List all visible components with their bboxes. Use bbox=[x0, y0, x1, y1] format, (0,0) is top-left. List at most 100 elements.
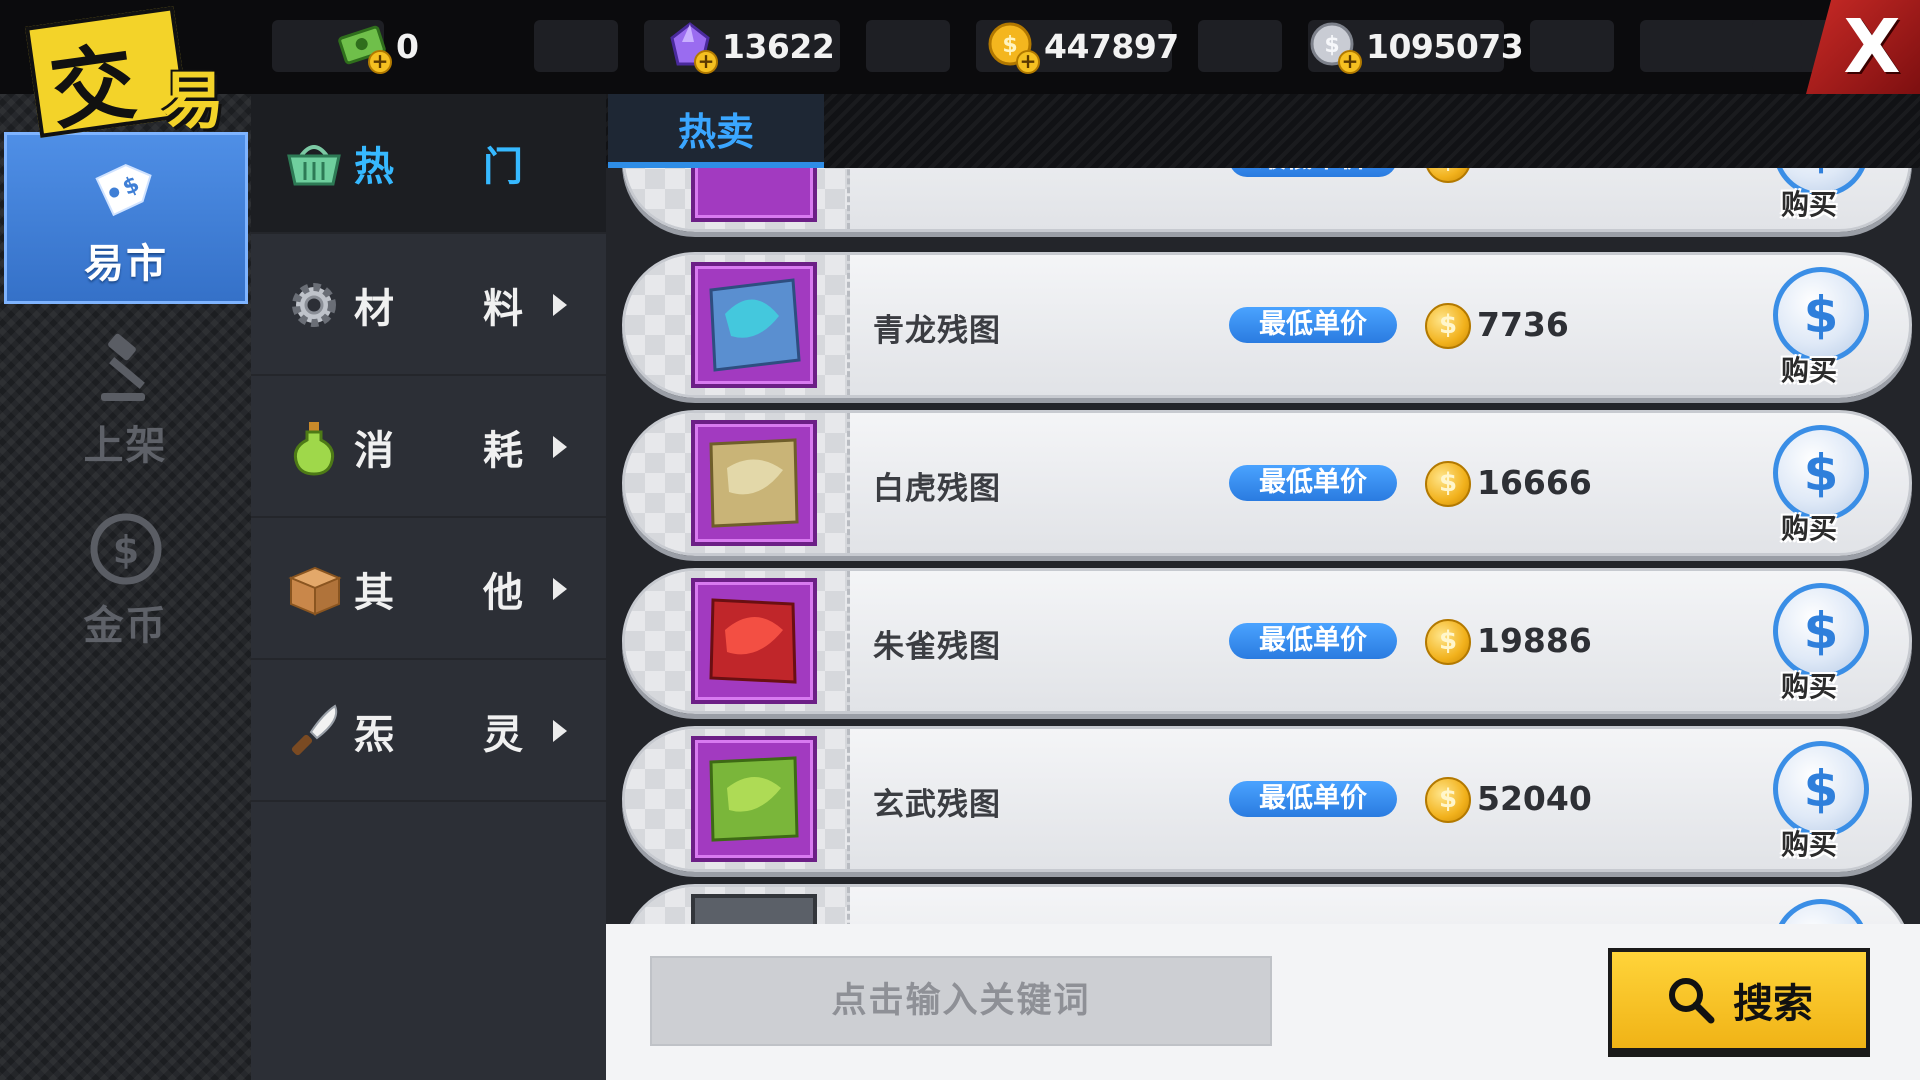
gear-icon bbox=[285, 276, 343, 334]
search-button-label: 搜索 bbox=[1733, 981, 1813, 1027]
item-row[interactable]: 玄武残图 最低单价 $ 52040 $ 购买 bbox=[622, 726, 1912, 872]
currency-value: 0 bbox=[396, 26, 419, 66]
gold-coin-icon: $ bbox=[1425, 461, 1471, 507]
category-label-1: 消 bbox=[354, 428, 394, 474]
item-thumbnail bbox=[691, 736, 817, 862]
currency-value: 13622 bbox=[722, 26, 835, 66]
min-price-tag: 最低单价 bbox=[1229, 781, 1397, 817]
buy-button[interactable]: $ 购买 bbox=[1765, 579, 1875, 705]
nav-item-gold[interactable]: $ 金币 bbox=[0, 494, 251, 666]
category-label-1: 热 bbox=[354, 144, 394, 190]
close-icon: X bbox=[1843, 4, 1901, 90]
tab-bar: 热卖 bbox=[606, 94, 1920, 168]
chevron-right-icon bbox=[553, 294, 567, 316]
add-currency-icon[interactable]: + bbox=[1338, 50, 1362, 74]
tortoise-map-icon bbox=[709, 756, 799, 842]
cash-icon: + bbox=[338, 20, 392, 74]
coin-icon: $ bbox=[83, 509, 169, 589]
add-currency-icon[interactable]: + bbox=[368, 50, 392, 74]
currency-slot bbox=[534, 20, 618, 72]
buy-button[interactable]: $ 购买 bbox=[1765, 737, 1875, 863]
buy-label: 购买 bbox=[1781, 354, 1838, 387]
currency-gold[interactable]: $ + 447897 bbox=[986, 16, 1179, 76]
left-nav: $ 易市 上架 $ 金币 bbox=[0, 94, 251, 1080]
currency-value: 447897 bbox=[1044, 26, 1179, 66]
svg-text:$: $ bbox=[1324, 33, 1339, 58]
category-label-2: 灵 bbox=[483, 712, 523, 758]
item-price: 7736 bbox=[1477, 305, 1569, 344]
buy-button[interactable] bbox=[1765, 895, 1875, 924]
category-consumables[interactable]: 消 耗 bbox=[251, 378, 606, 518]
gold-coin-icon: $ + bbox=[986, 20, 1040, 74]
item-row[interactable]: 青龙残图 最低单价 $ 7736 $ 购买 bbox=[622, 252, 1912, 398]
buy-label: 购买 bbox=[1781, 512, 1838, 545]
nav-label: 金币 bbox=[83, 603, 168, 649]
search-button[interactable]: 搜索 bbox=[1608, 948, 1870, 1052]
search-input[interactable]: 点击输入关键词 bbox=[650, 956, 1272, 1046]
tiger-map-icon bbox=[709, 438, 799, 528]
gold-coin-icon: $ bbox=[1425, 777, 1471, 823]
trade-title-badge: 交 易 bbox=[22, 6, 254, 141]
search-bar: 点击输入关键词 搜索 bbox=[606, 924, 1920, 1080]
chevron-right-icon bbox=[553, 720, 567, 742]
item-row[interactable]: 白虎残图 最低单价 $ 16666 $ 购买 bbox=[622, 410, 1912, 556]
currency-bar: + 0 + 13622 $ + 447897 $ + 1095073 X bbox=[0, 0, 1920, 94]
svg-text:$: $ bbox=[112, 528, 138, 572]
gold-coin-icon: $ bbox=[1425, 303, 1471, 349]
currency-cash[interactable]: + 0 bbox=[338, 16, 419, 76]
close-button[interactable]: X bbox=[1806, 0, 1920, 94]
min-price-tag: 最低单价 bbox=[1229, 307, 1397, 343]
currency-slot bbox=[1640, 20, 1836, 72]
nav-label: 易市 bbox=[84, 241, 168, 287]
potion-icon bbox=[285, 418, 343, 476]
category-materials[interactable]: 材 料 bbox=[251, 236, 606, 376]
currency-slot bbox=[1530, 20, 1614, 72]
basket-icon bbox=[285, 134, 343, 192]
currency-slot bbox=[1752, 20, 1802, 72]
min-price-tag: 最低单价 bbox=[1229, 465, 1397, 501]
buy-button[interactable]: $ 购买 bbox=[1765, 263, 1875, 389]
knife-icon bbox=[285, 702, 343, 760]
silver-coin-icon: $ + bbox=[1308, 20, 1362, 74]
search-icon bbox=[1669, 978, 1715, 1024]
category-label-2: 他 bbox=[483, 570, 523, 616]
buy-button[interactable]: $ 购买 bbox=[1765, 421, 1875, 547]
item-name: 玄武残图 bbox=[873, 787, 1001, 823]
tab-hot-sale[interactable]: 热卖 bbox=[608, 94, 824, 168]
nav-label: 上架 bbox=[83, 423, 168, 469]
category-label-2: 门 bbox=[483, 144, 523, 190]
nav-item-listing[interactable]: 上架 bbox=[0, 314, 251, 486]
category-label-1: 其 bbox=[354, 570, 394, 616]
dragon-map-icon bbox=[709, 278, 801, 372]
price-tag-icon: $ bbox=[83, 147, 169, 227]
item-price: 52040 bbox=[1477, 779, 1592, 818]
add-currency-icon[interactable]: + bbox=[1016, 50, 1040, 74]
min-price-tag: 最低单价 bbox=[1229, 623, 1397, 659]
title-char-1: 交 bbox=[44, 31, 142, 142]
category-hot[interactable]: 热 门 bbox=[251, 94, 606, 234]
svg-text:$: $ bbox=[1002, 33, 1017, 58]
chevron-right-icon bbox=[553, 578, 567, 600]
currency-slot bbox=[1198, 20, 1282, 72]
tab-label: 热卖 bbox=[677, 109, 754, 154]
dollar-icon bbox=[1773, 899, 1869, 924]
item-row-partial[interactable] bbox=[622, 884, 1912, 924]
category-label-1: 材 bbox=[354, 286, 394, 332]
category-list: 热 门 材 料 消 耗 其 他 炁 灵 bbox=[251, 94, 606, 1080]
chevron-right-icon bbox=[553, 436, 567, 458]
item-price: 19886 bbox=[1477, 621, 1592, 660]
item-thumbnail bbox=[691, 420, 817, 546]
item-thumbnail bbox=[691, 894, 817, 924]
category-other[interactable]: 其 他 bbox=[251, 520, 606, 660]
nav-item-market[interactable]: $ 易市 bbox=[4, 132, 248, 304]
currency-gem[interactable]: + 13622 bbox=[664, 16, 835, 76]
add-currency-icon[interactable]: + bbox=[694, 50, 718, 74]
currency-silver[interactable]: $ + 1095073 bbox=[1308, 16, 1524, 76]
category-spirit[interactable]: 炁 灵 bbox=[251, 662, 606, 802]
currency-slot bbox=[866, 20, 950, 72]
item-thumbnail bbox=[691, 578, 817, 704]
gold-coin-icon: $ bbox=[1425, 619, 1471, 665]
item-row[interactable]: 朱雀残图 最低单价 $ 19886 $ 购买 bbox=[622, 568, 1912, 714]
gavel-icon bbox=[83, 329, 169, 409]
item-price: 16666 bbox=[1477, 463, 1592, 502]
